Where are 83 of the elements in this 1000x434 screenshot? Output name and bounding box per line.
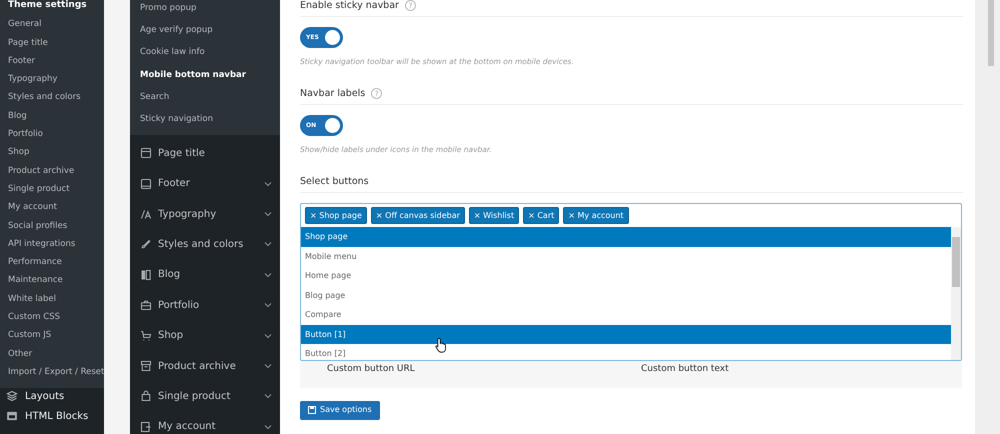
- menu-item[interactable]: API integrations: [8, 238, 104, 256]
- chevron-icon[interactable]: [264, 424, 272, 430]
- chevron-icon[interactable]: [264, 241, 272, 248]
- menu-item[interactable]: Other: [8, 348, 104, 366]
- chevron-icon[interactable]: [264, 272, 272, 278]
- window-icon: [140, 147, 152, 160]
- nav-item[interactable]: Portfolio: [158, 300, 258, 311]
- setting-label: Navbar labels: [300, 88, 366, 99]
- chevron-icon[interactable]: [264, 393, 272, 400]
- nav-item[interactable]: Page title: [158, 148, 212, 159]
- tag-chip[interactable]: × Off canvas sidebar: [370, 207, 465, 224]
- chevron-icon[interactable]: [264, 180, 272, 187]
- menu-item[interactable]: Page title: [8, 36, 104, 55]
- menu-item[interactable]: Maintenance: [8, 274, 104, 293]
- list-option[interactable]: Blog page: [301, 286, 951, 305]
- setting-label: Enable sticky navbar: [300, 0, 399, 11]
- menu-section[interactable]: HTML Blocks: [25, 410, 88, 422]
- chevron-icon[interactable]: [264, 332, 272, 339]
- tag-chip[interactable]: × Wishlist: [468, 207, 520, 224]
- account-icon: [140, 420, 152, 433]
- menu-item[interactable]: Custom JS: [8, 329, 104, 348]
- list-option[interactable]: Compare: [301, 305, 951, 324]
- menu-item[interactable]: White label: [8, 292, 104, 312]
- nav-item[interactable]: Blog: [158, 269, 258, 280]
- menu-item[interactable]: Portfolio: [8, 128, 104, 146]
- nav-item[interactable]: Typography: [158, 208, 258, 220]
- archive-icon: [140, 360, 152, 372]
- chevron-icon[interactable]: [264, 302, 272, 308]
- menu-item[interactable]: Shop: [8, 146, 104, 165]
- nav-item[interactable]: Styles and colors: [158, 238, 258, 250]
- cart-icon: [140, 330, 152, 342]
- list-scrollbar[interactable]: [951, 227, 961, 360]
- menu-item[interactable]: Single product: [8, 182, 104, 202]
- menu-section[interactable]: Layouts: [25, 390, 64, 402]
- nav-subitem[interactable]: Search: [140, 88, 280, 111]
- book-icon: [140, 268, 152, 281]
- tag-chip[interactable]: × Cart: [523, 207, 560, 224]
- menu-item[interactable]: Styles and colors: [8, 91, 104, 110]
- chevron-icon[interactable]: [264, 363, 272, 370]
- nav-item[interactable]: Shop: [158, 330, 258, 342]
- block-icon: [6, 410, 18, 422]
- menu-item[interactable]: Blog: [8, 110, 104, 128]
- nav-subitem[interactable]: Sticky navigation: [140, 110, 280, 134]
- page-scrollbar[interactable]: [975, 0, 1000, 434]
- menu-item[interactable]: Typography: [8, 73, 104, 92]
- nav-item[interactable]: Single product: [158, 390, 258, 402]
- nav-subitem[interactable]: Promo popup: [140, 0, 280, 22]
- menu-item[interactable]: Custom CSS: [8, 311, 104, 330]
- menu-item[interactable]: Footer: [8, 54, 104, 74]
- tag-chip[interactable]: × Shop page: [305, 207, 367, 224]
- menu-heading[interactable]: Theme settings: [8, 0, 104, 18]
- save-icon: [308, 406, 316, 414]
- menu-item[interactable]: Performance: [8, 256, 104, 274]
- list-option[interactable]: Button [2]: [301, 344, 951, 360]
- bag-icon: [140, 390, 152, 402]
- menu-item[interactable]: Social profiles: [8, 220, 104, 238]
- list-option[interactable]: Mobile menu: [301, 246, 951, 266]
- list-option[interactable]: Home page: [301, 266, 951, 286]
- brush-icon: [140, 238, 152, 250]
- setting-label: Select buttons: [300, 176, 369, 187]
- briefcase-icon: [140, 299, 152, 312]
- nav-subitem[interactable]: Mobile bottom navbar: [140, 66, 280, 89]
- nav-item[interactable]: Footer: [158, 178, 258, 190]
- nav-subitem[interactable]: Age verify popup: [140, 22, 280, 44]
- menu-item[interactable]: My account: [8, 201, 104, 220]
- list-option[interactable]: Shop page: [301, 227, 951, 246]
- menu-item[interactable]: Import / Export / Reset: [8, 366, 104, 384]
- footer-icon: [140, 178, 152, 190]
- menu-item[interactable]: Product archive: [8, 164, 104, 183]
- field-label: Custom button text: [641, 364, 730, 374]
- multiselect-field[interactable]: × Shop page × Off canvas sidebar × Wishlist × Cart × My account Shop page Mobile menu Home page Blog page Compare Button [1] Button [2]: [300, 203, 962, 361]
- nav-subitem[interactable]: Cookie law info: [140, 44, 280, 67]
- typography-icon: [140, 208, 152, 220]
- list-option[interactable]: Button [1]: [301, 324, 951, 344]
- field-label: Custom button URL: [327, 364, 416, 374]
- chevron-icon[interactable]: [264, 211, 272, 218]
- nav-item[interactable]: My account: [158, 421, 258, 432]
- hand-cursor-icon: [435, 337, 447, 353]
- nav-item[interactable]: Product archive: [158, 360, 258, 372]
- layers-icon: [6, 390, 18, 402]
- save-button[interactable]: Save options: [300, 401, 380, 420]
- tag-chip[interactable]: × My account: [563, 207, 629, 224]
- menu-item[interactable]: General: [8, 18, 104, 37]
